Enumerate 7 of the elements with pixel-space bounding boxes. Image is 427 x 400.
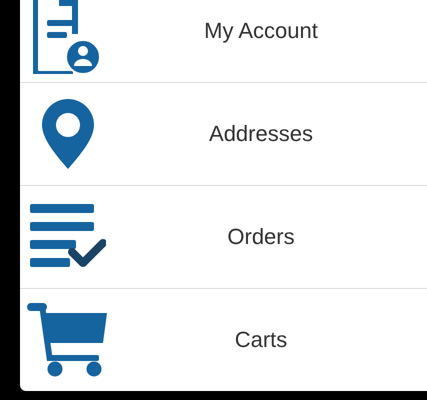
menu-item-label[interactable]: My Account — [115, 18, 427, 44]
shopping-cart-icon — [26, 303, 108, 377]
menu-item-label[interactable]: Carts — [115, 327, 427, 353]
checklist-icon — [30, 204, 106, 270]
menu-item-label[interactable]: Orders — [115, 224, 427, 250]
menu-item-label[interactable]: Addresses — [115, 121, 427, 147]
location-pin-icon — [40, 97, 96, 171]
